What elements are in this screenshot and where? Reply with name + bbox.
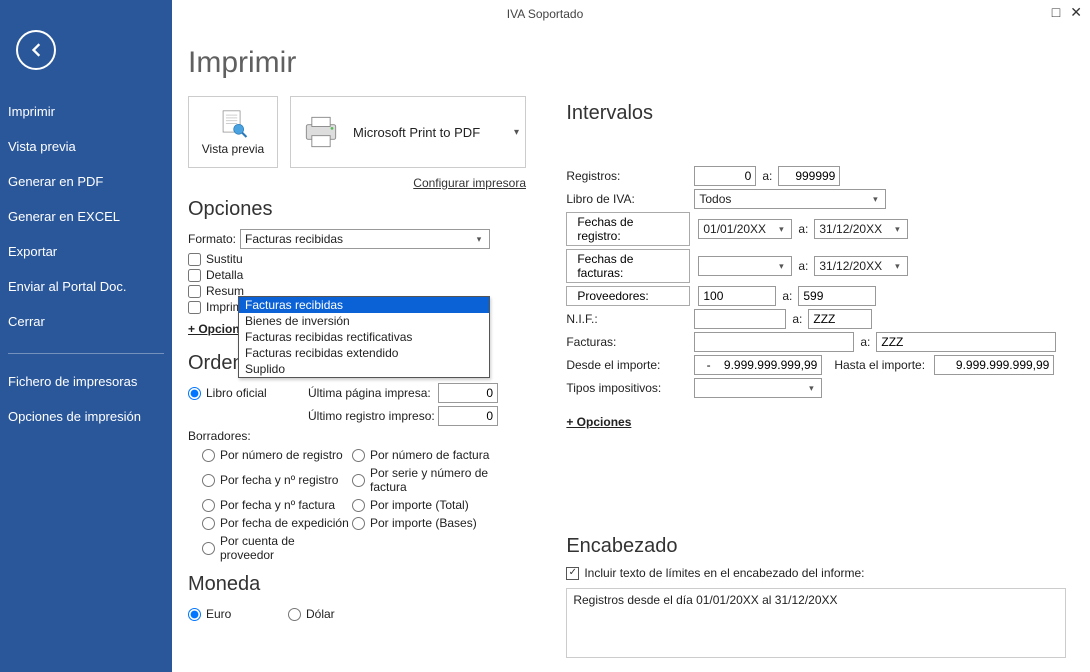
nav-opciones-impresion[interactable]: Opciones de impresión <box>0 399 172 434</box>
check-resum[interactable] <box>188 285 201 298</box>
nav-imprimir[interactable]: Imprimir <box>0 94 172 129</box>
formato-label: Formato: <box>188 232 240 246</box>
dd-item-suplido[interactable]: Suplido <box>239 361 489 377</box>
nav-vista-previa[interactable]: Vista previa <box>0 129 172 164</box>
radio-fecha-factura[interactable] <box>202 499 215 512</box>
check-orden-inverso[interactable] <box>188 301 201 314</box>
back-button[interactable] <box>16 30 56 70</box>
hasta-importe-input[interactable] <box>934 355 1054 375</box>
registros-to-input[interactable] <box>778 166 840 186</box>
fechas-registro-button[interactable]: Fechas de registro: <box>566 212 690 246</box>
nav-enviar-portal[interactable]: Enviar al Portal Doc. <box>0 269 172 304</box>
chevron-down-icon: ▾ <box>867 190 883 208</box>
radio-fecha-registro[interactable] <box>202 474 215 487</box>
vista-previa-button[interactable]: Vista previa <box>188 96 278 168</box>
nav-generar-excel[interactable]: Generar en EXCEL <box>0 199 172 234</box>
fechas-facturas-from-combo[interactable]: ▾ <box>698 256 792 276</box>
chevron-down-icon: ▾ <box>773 257 789 275</box>
intervalos-heading: Intervalos <box>566 102 1074 125</box>
dd-item-facturas-recibidas[interactable]: Facturas recibidas <box>239 297 489 313</box>
fechas-registro-from-combo[interactable]: 01/01/20XX▾ <box>698 219 792 239</box>
check-incluir-texto[interactable]: ✓ <box>566 567 579 580</box>
radio-importe-bases[interactable] <box>352 517 365 530</box>
window-title: IVA Soportado <box>507 7 584 21</box>
chevron-down-icon: ▾ <box>889 257 905 275</box>
nif-to-input[interactable] <box>808 309 872 329</box>
formato-value: Facturas recibidas <box>245 232 343 246</box>
check-detalla[interactable] <box>188 269 201 282</box>
radio-dolar[interactable] <box>288 608 301 621</box>
intervalos-more-link[interactable]: + Opciones <box>566 415 631 429</box>
tipos-impositivos-combo[interactable]: ▾ <box>694 378 822 398</box>
chevron-down-icon: ▾ <box>773 220 789 238</box>
desde-importe-input[interactable] <box>694 355 822 375</box>
ultimo-registro-input[interactable] <box>438 406 498 426</box>
nav-fichero-impresoras[interactable]: Fichero de impresoras <box>0 364 172 399</box>
nav-cerrar[interactable]: Cerrar <box>0 304 172 339</box>
radio-num-factura[interactable] <box>352 449 365 462</box>
chevron-down-icon: ▾ <box>889 220 905 238</box>
nav-separator <box>8 353 164 354</box>
libro-iva-combo[interactable]: Todos▾ <box>694 189 886 209</box>
radio-importe-total[interactable] <box>352 499 365 512</box>
printer-select-button[interactable]: Microsoft Print to PDF ▾ <box>290 96 526 168</box>
sidebar: Imprimir Vista previa Generar en PDF Gen… <box>0 0 172 672</box>
opciones-heading: Opciones <box>188 198 546 221</box>
chevron-down-icon: ▾ <box>514 127 519 138</box>
ultima-pagina-input[interactable] <box>438 383 498 403</box>
chevron-down-icon: ▾ <box>471 230 487 248</box>
vista-previa-label: Vista previa <box>202 142 264 156</box>
dd-item-facturas-rectificativas[interactable]: Facturas recibidas rectificativas <box>239 329 489 345</box>
check-sustitu[interactable] <box>188 253 201 266</box>
config-printer-link[interactable]: Configurar impresora <box>188 176 526 190</box>
radio-libro-oficial[interactable] <box>188 387 201 400</box>
dd-item-bienes-inversion[interactable]: Bienes de inversión <box>239 313 489 329</box>
proveedores-button[interactable]: Proveedores: <box>566 286 690 306</box>
fechas-registro-to-combo[interactable]: 31/12/20XX▾ <box>814 219 908 239</box>
formato-combo[interactable]: Facturas recibidas ▾ <box>240 229 490 249</box>
document-preview-icon <box>216 108 250 142</box>
formato-dropdown-list[interactable]: Facturas recibidas Bienes de inversión F… <box>238 296 490 378</box>
nif-from-input[interactable] <box>694 309 786 329</box>
fechas-facturas-button[interactable]: Fechas de facturas: <box>566 249 690 283</box>
moneda-heading: Moneda <box>188 573 546 596</box>
radio-fecha-expedicion[interactable] <box>202 517 215 530</box>
close-icon[interactable]: ✕ <box>1070 4 1082 21</box>
facturas-from-input[interactable] <box>694 332 854 352</box>
prov-from-input[interactable] <box>698 286 776 306</box>
radio-serie-numero[interactable] <box>352 474 365 487</box>
facturas-to-input[interactable] <box>876 332 1056 352</box>
radio-euro[interactable] <box>188 608 201 621</box>
maximize-icon[interactable]: □ <box>1052 4 1060 21</box>
registros-from-input[interactable] <box>694 166 756 186</box>
nav-exportar[interactable]: Exportar <box>0 234 172 269</box>
nav-generar-pdf[interactable]: Generar en PDF <box>0 164 172 199</box>
radio-num-registro[interactable] <box>202 449 215 462</box>
printer-icon <box>299 114 343 150</box>
prov-to-input[interactable] <box>798 286 876 306</box>
printer-name: Microsoft Print to PDF <box>353 125 480 140</box>
dd-item-facturas-extendido[interactable]: Facturas recibidas extendido <box>239 345 489 361</box>
radio-cuenta-proveedor[interactable] <box>202 542 215 555</box>
chevron-down-icon: ▾ <box>803 379 819 397</box>
fechas-facturas-to-combo[interactable]: 31/12/20XX▾ <box>814 256 908 276</box>
encabezado-textarea[interactable]: Registros desde el día 01/01/20XX al 31/… <box>566 588 1066 658</box>
encabezado-heading: Encabezado <box>566 535 1074 558</box>
page-title: Imprimir <box>188 46 1074 80</box>
borradores-label: Borradores: <box>188 429 251 443</box>
